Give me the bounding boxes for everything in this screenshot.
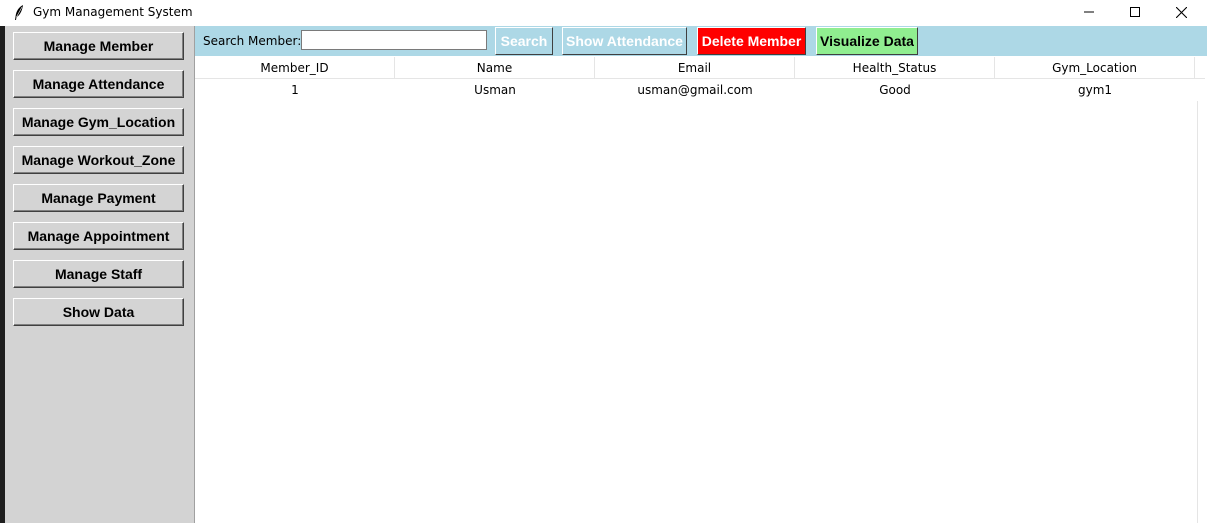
- sidebar: Manage Member Manage Attendance Manage G…: [5, 26, 194, 523]
- column-header-health-status[interactable]: Health_Status: [795, 57, 995, 78]
- show-data-button[interactable]: Show Data: [13, 298, 184, 326]
- cell-name: Usman: [474, 83, 516, 97]
- close-button[interactable]: [1158, 0, 1204, 24]
- table-right-edge: [1197, 101, 1207, 523]
- window-title: Gym Management System: [33, 5, 193, 19]
- main-panel: Search Member: Search Show Attendance De…: [194, 26, 1207, 523]
- visualize-data-button[interactable]: Visualize Data: [816, 27, 918, 55]
- show-attendance-button[interactable]: Show Attendance: [562, 27, 687, 55]
- manage-payment-button[interactable]: Manage Payment: [13, 184, 184, 212]
- column-header-member-id[interactable]: Member_ID: [195, 57, 395, 78]
- search-button[interactable]: Search: [495, 27, 553, 55]
- table-header: Member_ID Name Email Health_Status Gym_L…: [195, 57, 1205, 79]
- manage-member-button[interactable]: Manage Member: [13, 32, 184, 60]
- cell-health-status: Good: [879, 83, 911, 97]
- manage-attendance-button[interactable]: Manage Attendance: [13, 70, 184, 98]
- column-header-gym-location[interactable]: Gym_Location: [995, 57, 1195, 78]
- cell-member-id: 1: [291, 83, 299, 97]
- members-table: Member_ID Name Email Health_Status Gym_L…: [195, 57, 1205, 101]
- minimize-button[interactable]: [1066, 0, 1112, 24]
- cell-email: usman@gmail.com: [637, 83, 753, 97]
- table-row[interactable]: 1 Usman usman@gmail.com Good gym1: [195, 79, 1205, 101]
- column-header-email[interactable]: Email: [595, 57, 795, 78]
- search-label: Search Member:: [203, 34, 302, 48]
- feather-icon: [14, 5, 24, 20]
- maximize-button[interactable]: [1112, 0, 1158, 24]
- delete-member-button[interactable]: Delete Member: [697, 27, 806, 55]
- manage-workout-zone-button[interactable]: Manage Workout_Zone: [13, 146, 184, 174]
- cell-gym-location: gym1: [1077, 83, 1113, 97]
- column-header-name[interactable]: Name: [395, 57, 595, 78]
- search-input[interactable]: [301, 30, 487, 50]
- manage-staff-button[interactable]: Manage Staff: [13, 260, 184, 288]
- toolbar: Search Member: Search Show Attendance De…: [195, 26, 1207, 56]
- title-bar: Gym Management System: [0, 0, 1207, 26]
- manage-gym-location-button[interactable]: Manage Gym_Location: [13, 108, 184, 136]
- manage-appointment-button[interactable]: Manage Appointment: [13, 222, 184, 250]
